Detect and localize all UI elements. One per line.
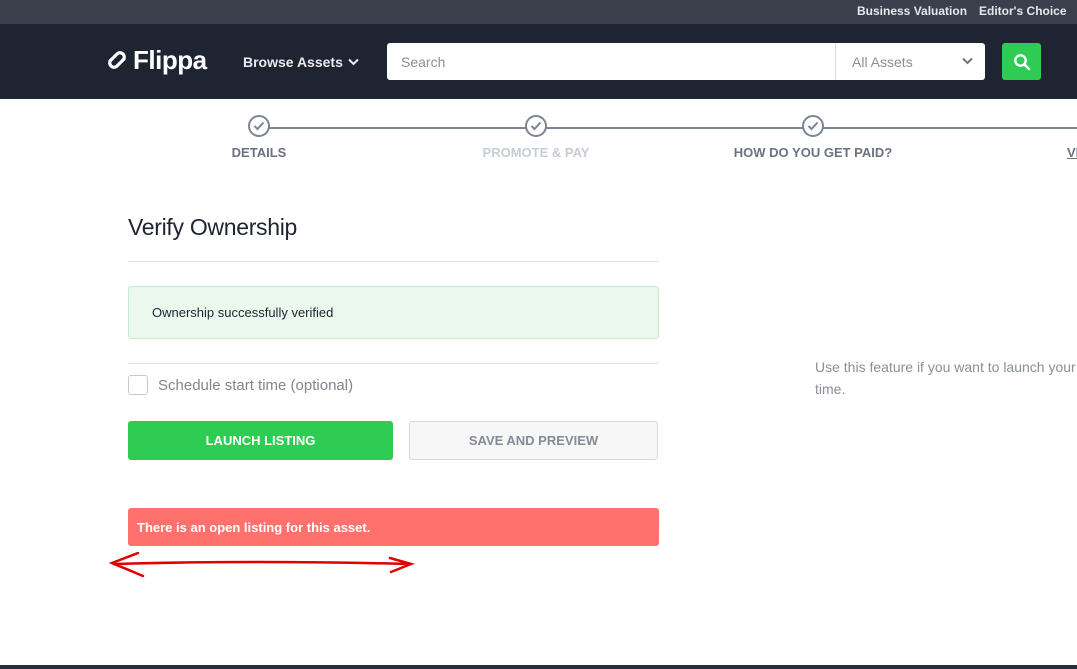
browse-assets-label: Browse Assets: [243, 54, 343, 70]
success-alert: Ownership successfully verified: [128, 286, 659, 339]
logo-text: Flippa: [133, 44, 207, 75]
section-divider: [128, 363, 659, 364]
search-icon: [1013, 53, 1030, 70]
schedule-label[interactable]: Schedule start time (optional): [158, 377, 353, 394]
step-verify-label[interactable]: VE: [1067, 145, 1077, 160]
checkmark-icon: [530, 121, 542, 131]
save-and-preview-button[interactable]: SAVE AND PREVIEW: [409, 421, 658, 460]
chevron-down-icon: [348, 58, 359, 66]
business-valuation-link[interactable]: Business Valuation: [857, 4, 967, 18]
top-utility-bar: Business Valuation Editor's Choice: [0, 0, 1077, 24]
step-promote-label[interactable]: PROMOTE & PAY: [483, 145, 590, 160]
stepper-track: [260, 127, 1077, 129]
flippa-logo-icon: [108, 51, 126, 69]
main-navbar: Flippa Browse Assets All Assets: [0, 24, 1077, 99]
browse-assets-menu[interactable]: Browse Assets: [243, 54, 359, 70]
checkmark-icon: [253, 121, 265, 131]
asset-filter-select[interactable]: All Assets: [835, 43, 985, 80]
help-line-2: time.: [815, 381, 846, 397]
chevron-down-icon: [962, 57, 973, 65]
step-payment-indicator: [802, 115, 824, 137]
page-title: Verify Ownership: [128, 214, 298, 240]
flippa-logo[interactable]: Flippa: [104, 44, 207, 76]
success-message: Ownership successfully verified: [152, 305, 334, 320]
schedule-option: Schedule start time (optional): [128, 375, 353, 395]
step-details-indicator: [248, 115, 270, 137]
double-arrow-annotation: [108, 551, 415, 578]
error-alert: There is an open listing for this asset.: [128, 508, 659, 546]
step-promote-indicator: [525, 115, 547, 137]
checkmark-icon: [807, 121, 819, 131]
help-line-1: Use this feature if you want to launch y…: [815, 359, 1076, 375]
launch-listing-button[interactable]: LAUNCH LISTING: [128, 421, 393, 460]
schedule-help-text: Use this feature if you want to launch y…: [815, 356, 1077, 400]
search-box: All Assets: [387, 43, 985, 80]
title-divider: [128, 261, 659, 262]
schedule-checkbox[interactable]: [128, 375, 148, 395]
step-payment-label[interactable]: HOW DO YOU GET PAID?: [734, 145, 892, 160]
bottom-edge-bar: [0, 665, 1077, 669]
error-message: There is an open listing for this asset.: [137, 519, 371, 535]
search-button[interactable]: [1002, 43, 1041, 80]
asset-filter-value: All Assets: [852, 53, 913, 70]
step-details-label[interactable]: DETAILS: [232, 145, 287, 160]
editors-choice-link[interactable]: Editor's Choice: [979, 4, 1067, 18]
search-input[interactable]: [387, 43, 835, 80]
